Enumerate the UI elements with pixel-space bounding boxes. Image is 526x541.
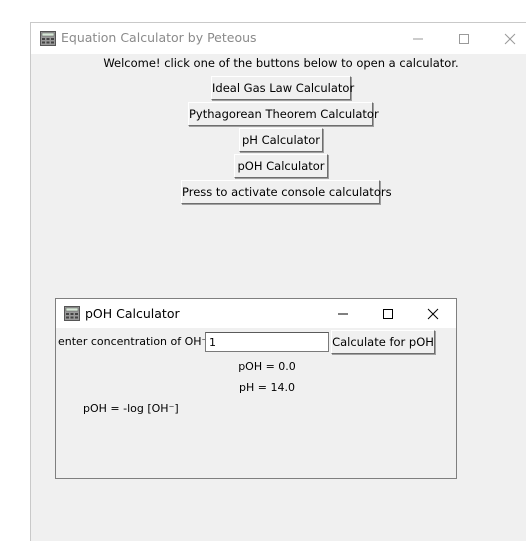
poh-maximize-button[interactable]	[365, 299, 411, 328]
minimize-icon	[338, 313, 348, 315]
poh-window-title: pOH Calculator	[85, 306, 180, 321]
concentration-input[interactable]	[205, 332, 329, 352]
concentration-label: enter concentration of OH⁻	[58, 335, 208, 348]
minimize-button[interactable]	[395, 23, 441, 54]
welcome-message: Welcome! click one of the buttons below …	[103, 56, 459, 70]
maximize-icon	[383, 309, 393, 319]
pythagorean-theorem-button[interactable]: Pythagorean Theorem Calculator	[188, 102, 379, 126]
calculator-app-icon	[40, 31, 56, 46]
main-title-bar[interactable]: Equation Calculator by Peteous	[31, 23, 526, 54]
ideal-gas-law-button[interactable]: Ideal Gas Law Calculator	[211, 76, 354, 100]
main-window-title: Equation Calculator by Peteous	[61, 30, 257, 45]
poh-minimize-button[interactable]	[320, 299, 366, 328]
maximize-button[interactable]	[441, 23, 487, 54]
close-button[interactable]	[487, 23, 526, 54]
ph-calculator-button[interactable]: pH Calculator	[239, 128, 323, 152]
poh-calculator-window: pOH Calculator enter concentration of OH…	[55, 298, 457, 479]
poh-close-button[interactable]	[410, 299, 456, 328]
maximize-icon	[459, 34, 469, 44]
poh-title-bar[interactable]: pOH Calculator	[56, 299, 456, 328]
minimize-icon	[413, 38, 423, 40]
close-icon	[427, 308, 439, 320]
calculator-app-icon	[64, 306, 80, 321]
poh-calculator-button[interactable]: pOH Calculator	[234, 154, 328, 178]
ph-result: pH = 14.0	[239, 381, 295, 394]
console-calculators-button[interactable]: Press to activate console calculators	[181, 180, 392, 204]
poh-result: pOH = 0.0	[238, 360, 296, 373]
close-icon	[504, 33, 516, 45]
calculate-poh-button[interactable]: Calculate for pOH	[331, 330, 435, 354]
poh-formula: pOH = -log [OH⁻]	[83, 402, 179, 415]
